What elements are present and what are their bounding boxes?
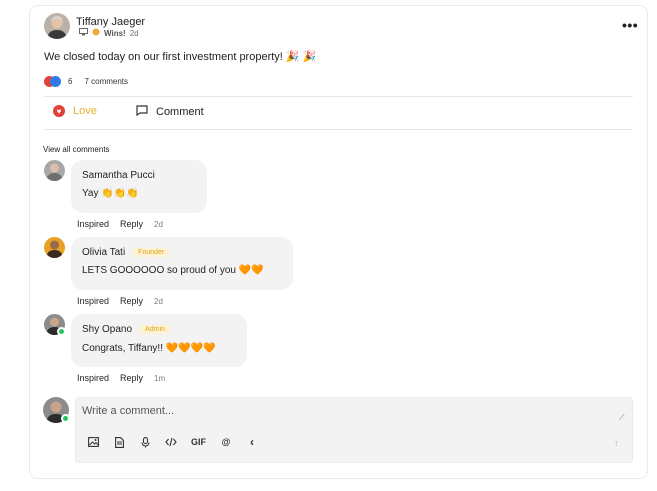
commenter-avatar[interactable]	[44, 160, 65, 181]
post-time: 2d	[129, 28, 139, 38]
founder-badge: Founder	[133, 248, 170, 257]
divider-bottom	[44, 129, 633, 130]
comment-icon	[136, 105, 148, 119]
commenter-avatar[interactable]	[44, 237, 65, 258]
post-text: We closed today on our first investment …	[44, 51, 317, 63]
heart-icon: ♥	[53, 105, 65, 117]
mention-icon[interactable]: @	[220, 436, 232, 448]
post-meta: Wins! 2d	[79, 28, 139, 38]
device-icon	[79, 28, 88, 38]
reaction-icons	[44, 75, 64, 87]
collapse-toolbar-icon[interactable]: ‹	[246, 435, 258, 449]
comment-label: Comment	[156, 106, 204, 118]
comment-author-name[interactable]: Shy Opano	[82, 324, 132, 335]
comment-text: LETS GOOOOOO so proud of you 🧡🧡	[82, 265, 264, 276]
gif-button[interactable]: GIF	[191, 436, 206, 448]
view-all-comments-link[interactable]: View all comments	[43, 145, 110, 154]
category-icon	[92, 28, 100, 38]
comment-time: 2d	[154, 297, 163, 306]
comment-bubble	[71, 160, 207, 213]
comment-time: 1m	[154, 374, 166, 383]
reaction-count: 6	[68, 76, 73, 86]
microphone-icon[interactable]	[139, 436, 151, 448]
comment-text: Congrats, Tiffany!! 🧡🧡🧡🧡	[82, 343, 216, 354]
comment-bubble	[71, 314, 247, 367]
comment-actions: Inspired Reply 1m	[77, 373, 165, 383]
reply-button[interactable]: Reply	[120, 219, 143, 229]
author-name[interactable]: Tiffany Jaeger	[76, 16, 145, 28]
post-category[interactable]: Wins!	[104, 29, 126, 38]
comment-author-name[interactable]: Samantha Pucci	[82, 170, 155, 181]
comment-author-name[interactable]: Olivia Tati	[82, 247, 125, 258]
online-status-icon	[61, 414, 70, 423]
love-button[interactable]: ♥ Love	[53, 105, 97, 117]
reactions-summary[interactable]: 6 7 comments	[44, 75, 128, 87]
comment-actions: Inspired Reply 2d	[77, 219, 163, 229]
comment-author[interactable]: Olivia Tati Founder	[82, 247, 170, 258]
comment-time: 2d	[154, 220, 163, 229]
image-icon[interactable]	[87, 436, 99, 448]
like-reaction-icon	[50, 76, 61, 87]
comment-composer: ⟋ GIF @ ‹ ↑	[75, 397, 633, 463]
inspired-button[interactable]: Inspired	[77, 373, 109, 383]
comment-text: Yay 👏👏👏	[82, 188, 139, 199]
more-options-icon[interactable]: •••	[622, 17, 638, 33]
document-icon[interactable]	[113, 436, 125, 448]
comment-author[interactable]: Samantha Pucci	[82, 170, 155, 181]
composer-toolbar: GIF @ ‹	[87, 435, 258, 449]
comment-actions: Inspired Reply 2d	[77, 296, 163, 306]
send-arrow-icon[interactable]: ↑	[614, 438, 619, 448]
comment-author[interactable]: Shy Opano Admin	[82, 324, 170, 335]
author-avatar[interactable]	[44, 13, 70, 39]
resize-handle-icon[interactable]: ⟋	[619, 413, 625, 423]
divider-top	[44, 96, 633, 97]
reply-button[interactable]: Reply	[120, 373, 143, 383]
admin-badge: Admin	[140, 325, 170, 334]
comments-count[interactable]: 7 comments	[84, 77, 128, 86]
code-icon[interactable]	[165, 436, 177, 448]
comment-button[interactable]: Comment	[136, 105, 204, 119]
love-label: Love	[73, 105, 97, 117]
reply-button[interactable]: Reply	[120, 296, 143, 306]
inspired-button[interactable]: Inspired	[77, 296, 109, 306]
comment-input[interactable]	[82, 403, 602, 419]
comment-bubble	[71, 237, 293, 290]
online-status-icon	[57, 327, 66, 336]
inspired-button[interactable]: Inspired	[77, 219, 109, 229]
